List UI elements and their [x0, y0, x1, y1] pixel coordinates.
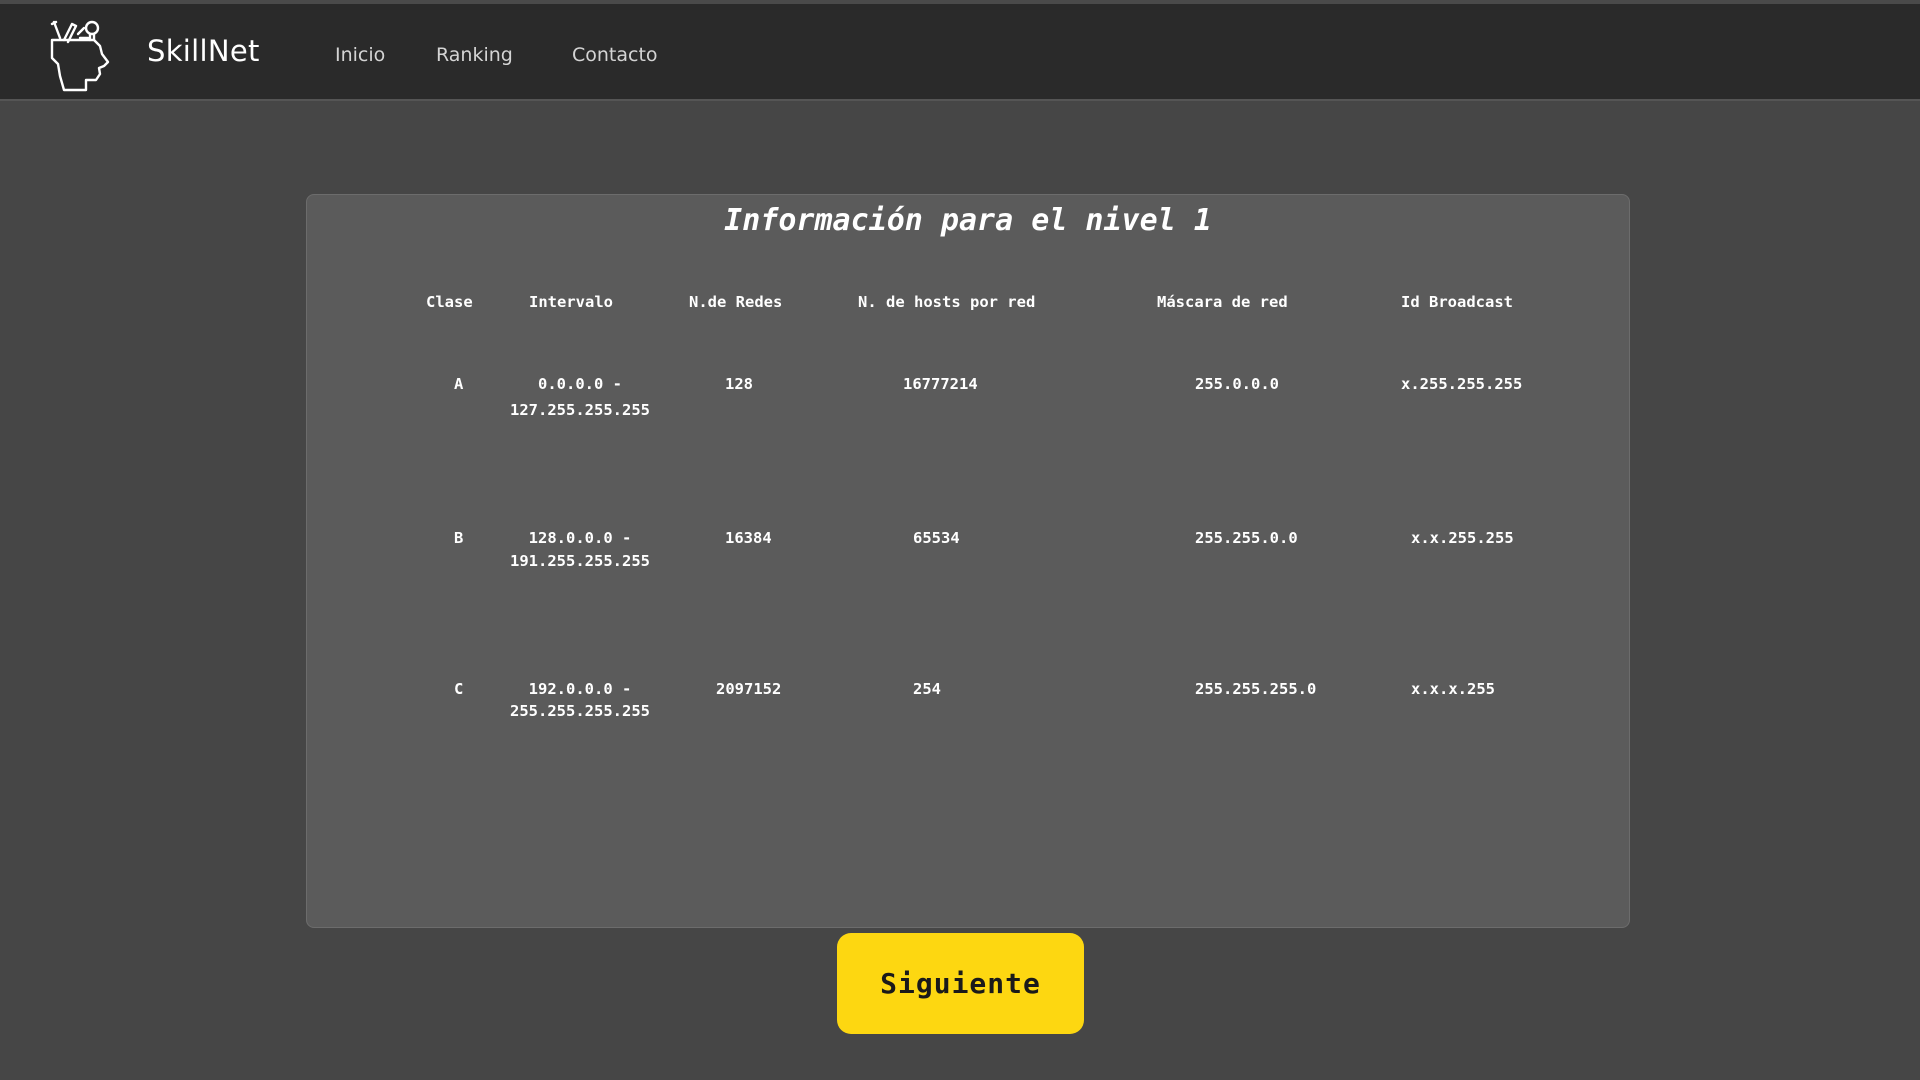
cell-hosts: 65534 [913, 529, 960, 547]
cell-hosts: 254 [913, 680, 941, 698]
cell-clase: B [454, 529, 464, 547]
cell-redes: 16384 [725, 529, 772, 547]
cell-broadcast: x.255.255.255 [1401, 375, 1523, 393]
header-clase: Clase [426, 293, 473, 311]
header-hosts: N. de hosts por red [858, 293, 1036, 311]
cell-mascara: 255.255.0.0 [1195, 529, 1298, 547]
cell-intervalo-start: 0.0.0.0 - [538, 375, 622, 393]
cell-broadcast: x.x.x.255 [1411, 680, 1495, 698]
cell-clase: A [454, 375, 464, 393]
cell-redes: 2097152 [716, 680, 782, 698]
cell-intervalo-end: 255.255.255.255 [510, 702, 650, 720]
cell-clase: C [454, 680, 464, 698]
cell-intervalo-end: 191.255.255.255 [510, 552, 650, 570]
card-title: Información para el nivel 1 [724, 203, 1212, 238]
nav-link-ranking[interactable]: Ranking [436, 44, 513, 66]
nav-link-contacto[interactable]: Contacto [572, 44, 658, 66]
header-mascara: Máscara de red [1157, 293, 1288, 311]
header-intervalo: Intervalo [529, 293, 613, 311]
cell-mascara: 255.0.0.0 [1195, 375, 1279, 393]
cell-intervalo-end: 127.255.255.255 [510, 401, 650, 419]
brand-name[interactable]: SkillNet [147, 34, 260, 68]
info-card: Información para el nivel 1 Clase Interv… [306, 194, 1630, 928]
header-broadcast: Id Broadcast [1401, 293, 1513, 311]
cell-redes: 128 [725, 375, 753, 393]
nav-link-inicio[interactable]: Inicio [335, 44, 385, 66]
cell-hosts: 16777214 [903, 375, 978, 393]
top-navbar: SkillNet Inicio Ranking Contacto [0, 0, 1920, 101]
next-button[interactable]: Siguiente [837, 933, 1084, 1034]
cell-mascara: 255.255.255.0 [1195, 680, 1317, 698]
cell-broadcast: x.x.255.255 [1411, 529, 1514, 547]
header-redes: N.de Redes [689, 293, 783, 311]
head-with-ideas-icon[interactable] [48, 18, 114, 92]
